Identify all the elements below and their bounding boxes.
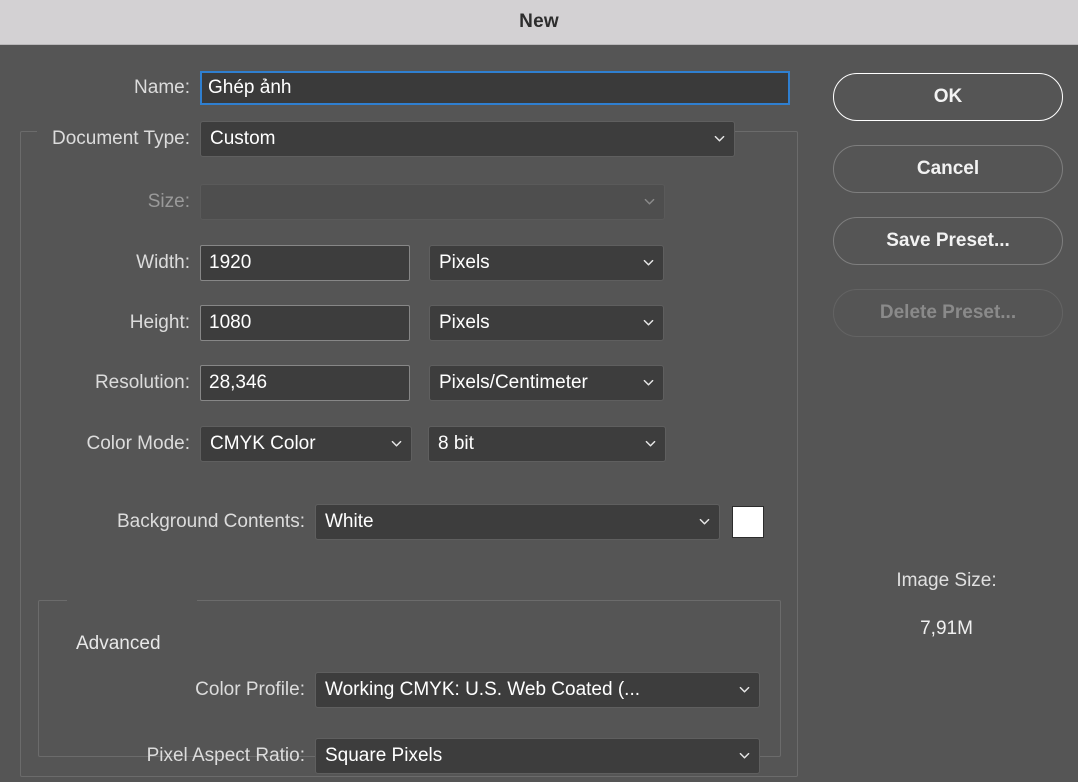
width-row: Width: Pixels	[0, 245, 805, 281]
delete-preset-button: Delete Preset...	[833, 289, 1063, 337]
pixel-aspect-ratio-select[interactable]: Square Pixels	[315, 738, 760, 774]
size-row: Size:	[0, 184, 805, 220]
resolution-unit-value: Pixels/Centimeter	[439, 372, 588, 393]
height-unit-select[interactable]: Pixels	[429, 305, 664, 341]
height-row: Height: Pixels	[0, 305, 805, 341]
chevron-down-icon	[643, 377, 654, 388]
dialog-title: New	[519, 11, 559, 32]
height-unit-value: Pixels	[439, 312, 490, 333]
actions-pane: OK Cancel Save Preset... Delete Preset..…	[815, 45, 1078, 782]
cancel-button[interactable]: Cancel	[833, 145, 1063, 193]
name-row: Name:	[0, 71, 805, 105]
chevron-down-icon	[645, 438, 656, 449]
chevron-down-icon	[643, 257, 654, 268]
dialog-titlebar: New	[0, 0, 1078, 45]
width-input[interactable]	[200, 245, 410, 281]
chevron-down-icon	[391, 438, 402, 449]
resolution-label: Resolution:	[94, 372, 190, 393]
width-label: Width:	[136, 252, 190, 273]
chevron-down-icon	[643, 317, 654, 328]
advanced-legend: Advanced	[76, 633, 161, 654]
chevron-down-icon	[644, 196, 655, 207]
ok-button[interactable]: OK	[833, 73, 1063, 121]
document-type-row: Document Type: Custom	[0, 121, 805, 157]
chevron-down-icon	[699, 516, 710, 527]
dialog-body: Name: Document Type: Custom Size:	[0, 45, 1078, 782]
color-profile-label: Color Profile:	[195, 679, 305, 700]
background-contents-row: Background Contents: White	[0, 504, 805, 540]
size-label: Size:	[147, 191, 190, 212]
color-profile-value: Working CMYK: U.S. Web Coated (...	[325, 679, 641, 700]
image-size-value: 7,91M	[920, 618, 973, 639]
image-size-label: Image Size:	[896, 570, 997, 591]
resolution-row: Resolution: Pixels/Centimeter	[0, 365, 805, 401]
background-contents-label: Background Contents:	[116, 511, 305, 532]
pixel-aspect-ratio-value: Square Pixels	[325, 745, 443, 766]
document-type-value: Custom	[210, 128, 276, 149]
resolution-input[interactable]	[200, 365, 410, 401]
image-size-block: Image Size: 7,91M	[815, 570, 1078, 640]
chevron-down-icon	[739, 684, 750, 695]
color-mode-label: Color Mode:	[86, 433, 191, 454]
color-mode-value: CMYK Color	[210, 433, 316, 454]
bit-depth-value: 8 bit	[438, 433, 474, 454]
resolution-unit-select[interactable]: Pixels/Centimeter	[429, 365, 664, 401]
chevron-down-icon	[714, 133, 725, 144]
document-name-input[interactable]	[200, 71, 790, 105]
color-mode-row: Color Mode: CMYK Color 8 bit	[0, 426, 805, 462]
background-contents-value: White	[325, 511, 374, 532]
chevron-down-icon	[739, 750, 750, 761]
document-type-label: Document Type:	[51, 128, 190, 149]
pixel-aspect-ratio-label: Pixel Aspect Ratio:	[146, 745, 305, 766]
color-profile-row: Color Profile: Working CMYK: U.S. Web Co…	[0, 672, 805, 708]
height-label: Height:	[129, 312, 190, 333]
background-color-swatch[interactable]	[732, 506, 764, 538]
background-contents-select[interactable]: White	[315, 504, 720, 540]
pixel-aspect-ratio-row: Pixel Aspect Ratio: Square Pixels	[0, 738, 805, 774]
settings-pane: Name: Document Type: Custom Size:	[0, 45, 815, 782]
color-profile-select[interactable]: Working CMYK: U.S. Web Coated (...	[315, 672, 760, 708]
document-type-select[interactable]: Custom	[200, 121, 735, 157]
width-unit-value: Pixels	[439, 252, 490, 273]
name-label: Name:	[134, 77, 190, 98]
color-mode-select[interactable]: CMYK Color	[200, 426, 412, 462]
save-preset-button[interactable]: Save Preset...	[833, 217, 1063, 265]
size-select	[200, 184, 665, 220]
advanced-legend-mask	[67, 591, 197, 611]
width-unit-select[interactable]: Pixels	[429, 245, 664, 281]
height-input[interactable]	[200, 305, 410, 341]
bit-depth-select[interactable]: 8 bit	[428, 426, 666, 462]
